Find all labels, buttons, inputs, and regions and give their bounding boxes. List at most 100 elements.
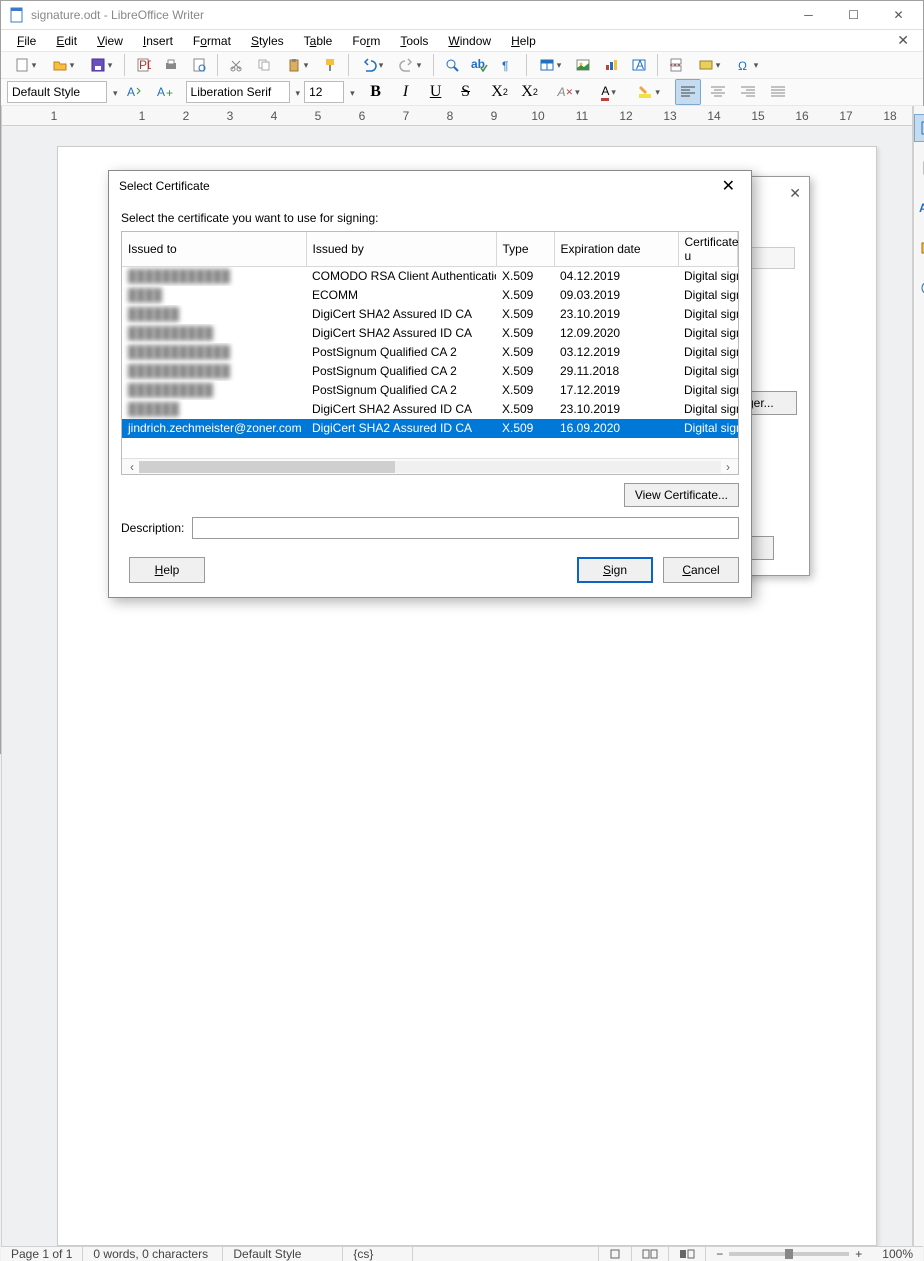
help-button[interactable]: Help <box>129 557 205 583</box>
align-justify-button[interactable] <box>765 79 791 105</box>
export-pdf-button[interactable]: PDF <box>130 52 156 78</box>
bold-button[interactable]: B <box>363 79 389 105</box>
view-certificate-button[interactable]: View Certificate... <box>624 483 739 507</box>
menu-help[interactable]: Help <box>501 32 546 50</box>
description-input[interactable] <box>192 517 739 539</box>
copy-button[interactable] <box>251 52 277 78</box>
certificate-row[interactable]: ████████████PostSignum Qualified CA 2X.5… <box>122 362 738 381</box>
col-issued-by[interactable]: Issued by <box>306 232 496 267</box>
close-window-button[interactable]: ✕ <box>876 1 921 29</box>
col-usage[interactable]: Certificate u <box>678 232 738 267</box>
certificate-row[interactable]: ██████DigiCert SHA2 Assured ID CAX.50923… <box>122 305 738 324</box>
bg-dialog-close-icon[interactable]: ✕ <box>789 185 801 202</box>
certificate-list[interactable]: Issued to Issued by Type Expiration date… <box>121 231 739 475</box>
certificate-row[interactable]: jindrich.zechmeister@zoner.comDigiCert S… <box>122 419 738 438</box>
sidebar-navigator-button[interactable] <box>914 274 924 302</box>
status-view-single-icon[interactable] <box>599 1247 632 1261</box>
sidebar-gallery-button[interactable] <box>914 234 924 262</box>
certificate-row[interactable]: ██████DigiCert SHA2 Assured ID CAX.50923… <box>122 400 738 419</box>
zoom-slider[interactable]: − + <box>706 1247 872 1261</box>
cut-button[interactable] <box>223 52 249 78</box>
redo-button[interactable] <box>392 52 428 78</box>
page-break-button[interactable] <box>663 52 689 78</box>
print-preview-button[interactable] <box>186 52 212 78</box>
menu-styles[interactable]: Styles <box>241 32 294 50</box>
menu-insert[interactable]: Insert <box>133 32 183 50</box>
dialog-close-icon[interactable]: ✕ <box>716 176 741 196</box>
insert-table-button[interactable] <box>532 52 568 78</box>
print-button[interactable] <box>158 52 184 78</box>
list-horizontal-scrollbar[interactable]: ‹ › <box>122 458 738 474</box>
italic-button[interactable]: I <box>393 79 419 105</box>
status-language[interactable]: {cs} <box>343 1247 413 1261</box>
align-center-button[interactable] <box>705 79 731 105</box>
superscript-button[interactable]: X2 <box>487 79 513 105</box>
new-style-button[interactable]: A+ <box>152 79 178 105</box>
insert-textbox-button[interactable]: A <box>626 52 652 78</box>
insert-image-button[interactable] <box>570 52 596 78</box>
menu-file[interactable]: File <box>7 32 46 50</box>
menu-tools[interactable]: Tools <box>390 32 438 50</box>
highlight-button[interactable] <box>631 79 667 105</box>
save-button[interactable] <box>83 52 119 78</box>
clone-formatting-button[interactable] <box>317 52 343 78</box>
strikethrough-button[interactable]: S <box>453 79 479 105</box>
style-dropdown-icon[interactable] <box>111 85 118 99</box>
font-dropdown-icon[interactable] <box>294 85 301 99</box>
align-left-button[interactable] <box>675 79 701 105</box>
certificate-row[interactable]: ██████████DigiCert SHA2 Assured ID CAX.5… <box>122 324 738 343</box>
status-words[interactable]: 0 words, 0 characters <box>83 1247 223 1261</box>
close-document-button[interactable]: ✕ <box>889 30 917 51</box>
subscript-button[interactable]: X2 <box>517 79 543 105</box>
font-color-button[interactable]: A <box>591 79 627 105</box>
status-page[interactable]: Page 1 of 1 <box>1 1247 83 1261</box>
menu-edit[interactable]: Edit <box>46 32 87 50</box>
status-insert-mode[interactable] <box>413 1247 599 1261</box>
sidebar-properties-button[interactable] <box>914 114 924 142</box>
menu-view[interactable]: View <box>87 32 133 50</box>
certificate-row[interactable]: ████████████COMODO RSA Client Authentica… <box>122 267 738 286</box>
size-dropdown-icon[interactable] <box>348 85 355 99</box>
col-issued-to[interactable]: Issued to <box>122 232 306 267</box>
col-expiration[interactable]: Expiration date <box>554 232 678 267</box>
menu-window[interactable]: Window <box>438 32 501 50</box>
status-zoom[interactable]: 100% <box>872 1247 923 1261</box>
paragraph-style-select[interactable] <box>7 81 107 103</box>
font-name-select[interactable] <box>186 81 290 103</box>
underline-button[interactable]: U <box>423 79 449 105</box>
zoom-out-icon[interactable]: − <box>716 1247 723 1261</box>
menu-table[interactable]: Table <box>294 32 343 50</box>
status-view-book-icon[interactable] <box>669 1247 706 1261</box>
open-button[interactable] <box>45 52 81 78</box>
align-right-button[interactable] <box>735 79 761 105</box>
spellcheck-button[interactable]: ab <box>467 52 493 78</box>
menu-form[interactable]: Form <box>342 32 390 50</box>
maximize-button[interactable]: ☐ <box>831 1 876 29</box>
update-style-button[interactable]: A <box>122 79 148 105</box>
zoom-in-icon[interactable]: + <box>855 1247 862 1261</box>
undo-button[interactable] <box>354 52 390 78</box>
certificate-row[interactable]: ████ECOMMX.50909.03.2019Digital signa <box>122 286 738 305</box>
new-doc-button[interactable] <box>7 52 43 78</box>
insert-field-button[interactable] <box>691 52 727 78</box>
find-replace-button[interactable] <box>439 52 465 78</box>
certificate-row[interactable]: ██████████PostSignum Qualified CA 2X.509… <box>122 381 738 400</box>
sidebar-page-button[interactable] <box>914 154 924 182</box>
scroll-left-icon[interactable]: ‹ <box>125 460 139 474</box>
special-char-button[interactable]: Ω <box>729 52 765 78</box>
status-view-multi-icon[interactable] <box>632 1247 669 1261</box>
clear-formatting-button[interactable]: A✕ <box>551 79 587 105</box>
cancel-button[interactable]: Cancel <box>663 557 739 583</box>
formatting-marks-button[interactable]: ¶ <box>495 52 521 78</box>
sign-button[interactable]: Sign <box>577 557 653 583</box>
scroll-right-icon[interactable]: › <box>721 460 735 474</box>
certificate-row[interactable]: ████████████PostSignum Qualified CA 2X.5… <box>122 343 738 362</box>
minimize-button[interactable]: ─ <box>786 1 831 29</box>
insert-chart-button[interactable] <box>598 52 624 78</box>
sidebar-styles-button[interactable]: AA <box>914 194 924 222</box>
status-style[interactable]: Default Style <box>223 1247 343 1261</box>
col-type[interactable]: Type <box>496 232 554 267</box>
menu-format[interactable]: Format <box>183 32 241 50</box>
horizontal-ruler[interactable]: 1123456789101112131415161718 <box>2 106 912 126</box>
paste-button[interactable] <box>279 52 315 78</box>
